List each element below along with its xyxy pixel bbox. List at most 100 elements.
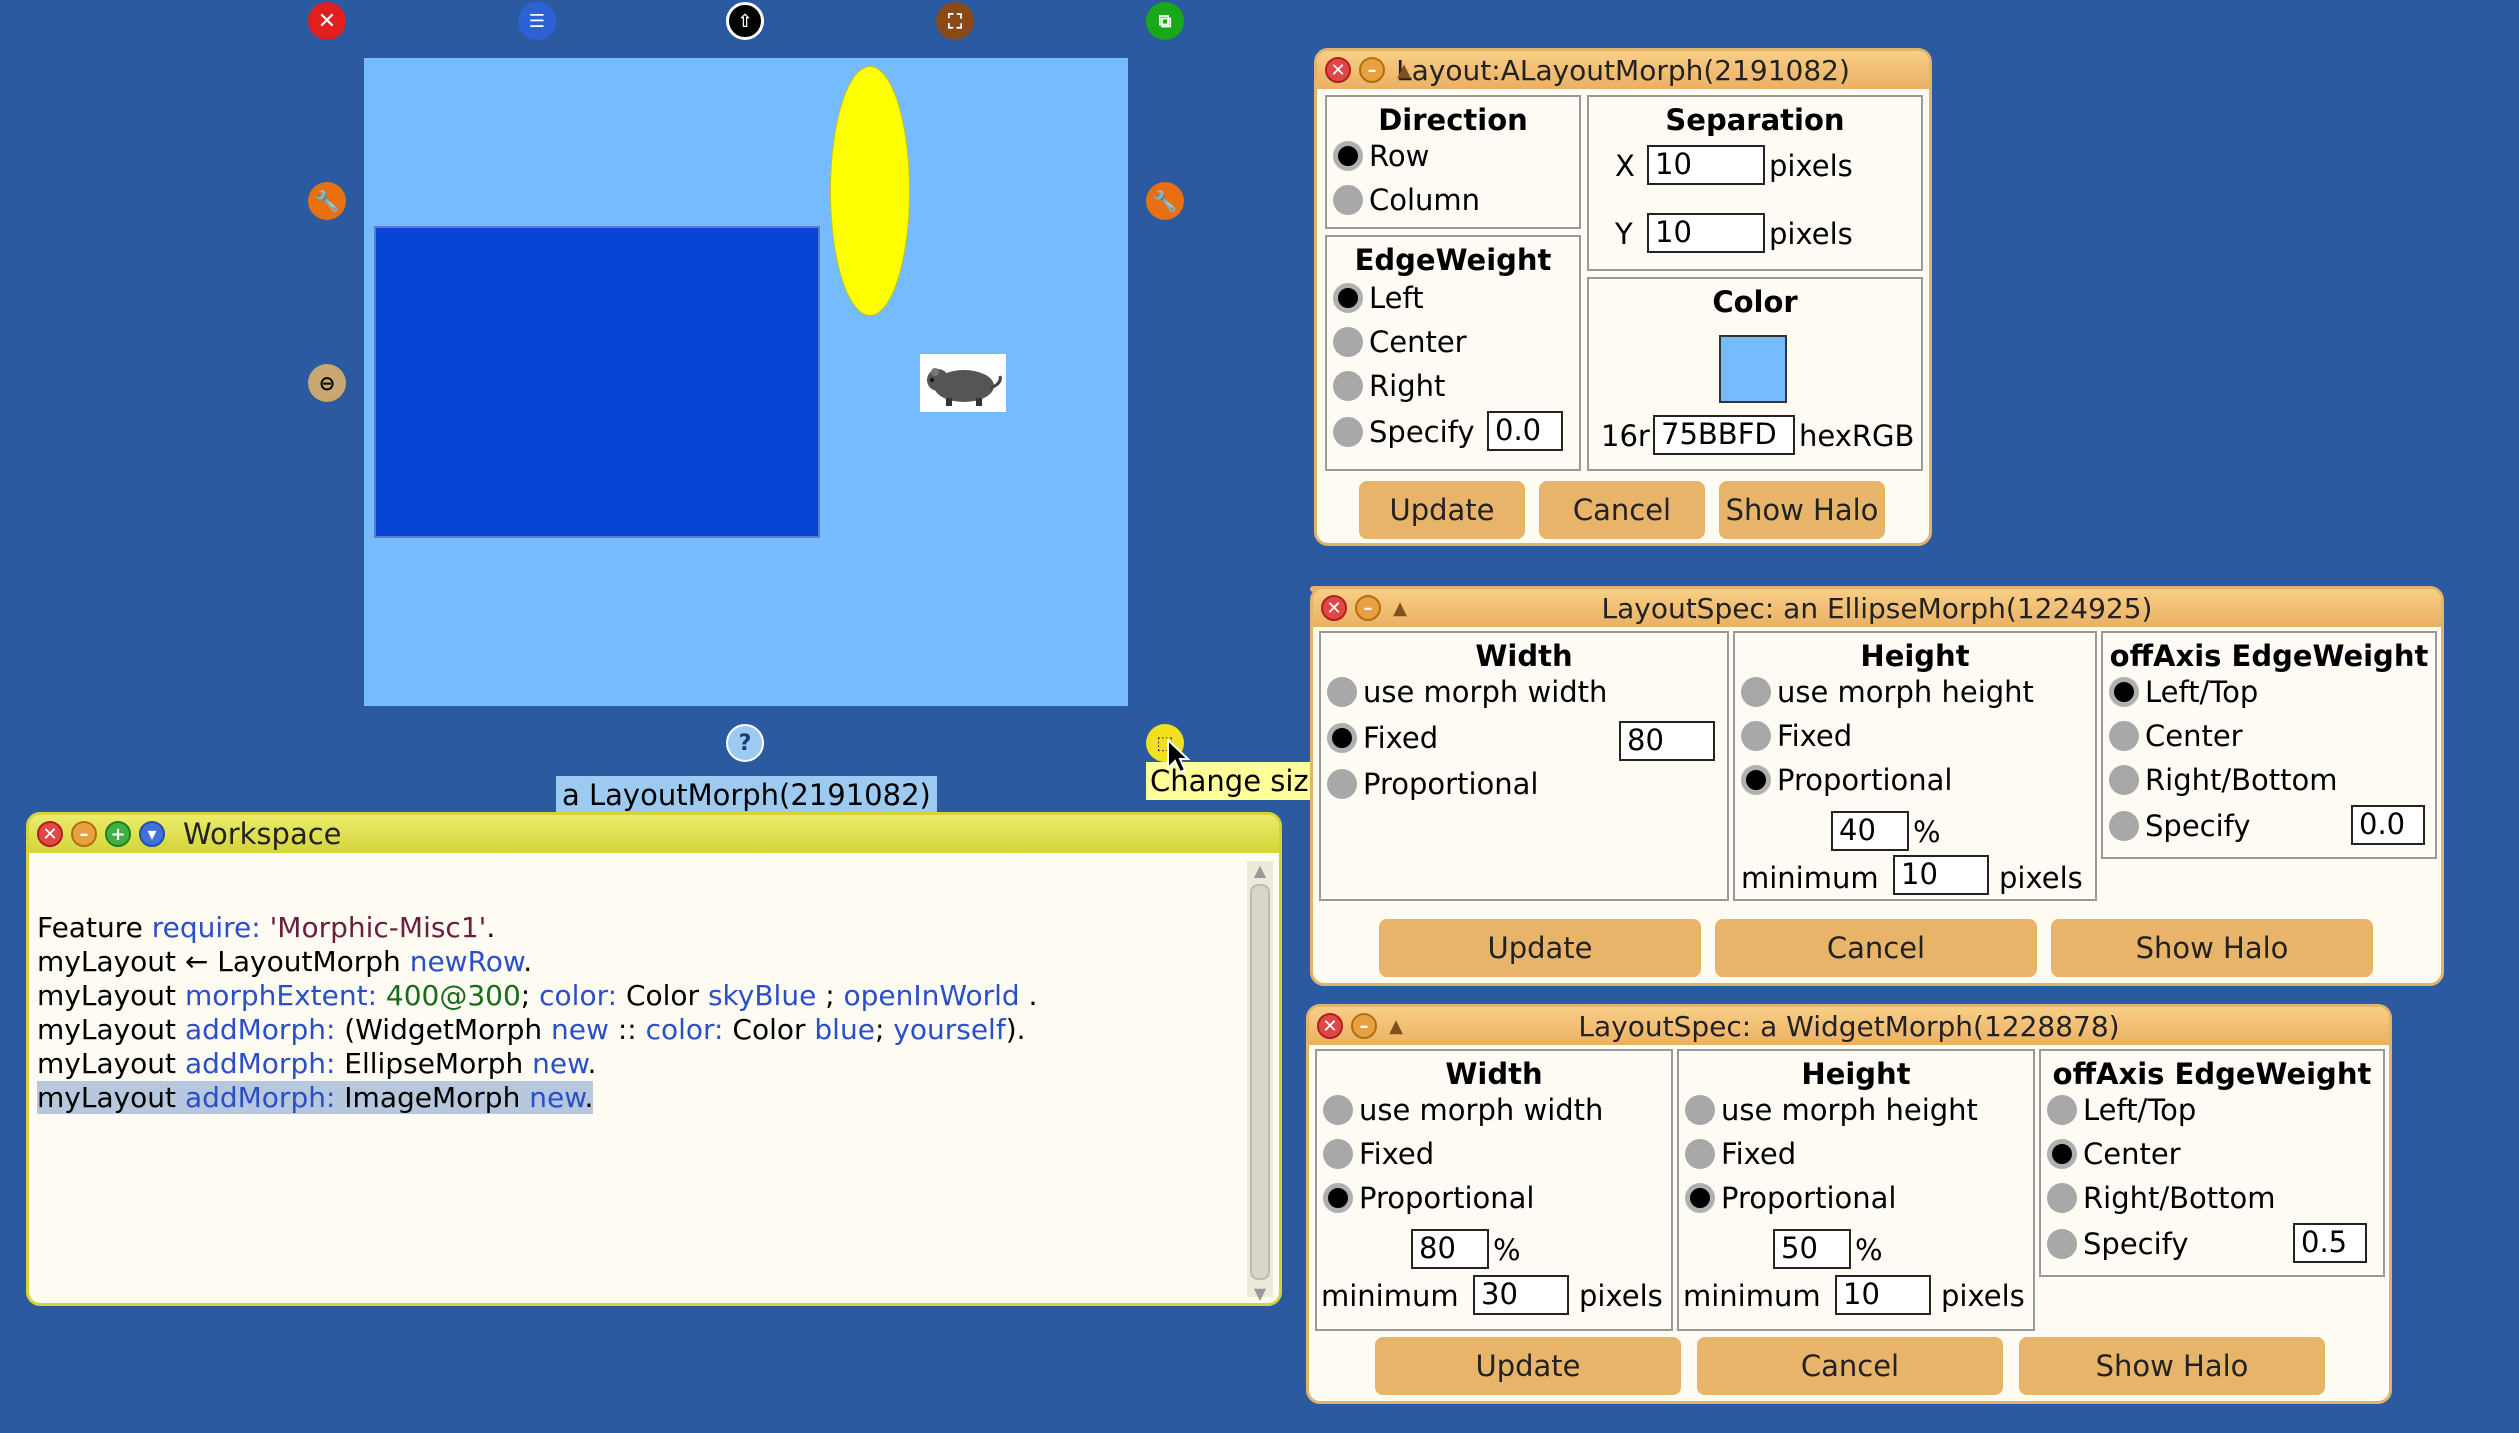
scroll-thumb[interactable]: [1250, 884, 1270, 1280]
cancel-button[interactable]: Cancel: [1697, 1337, 2003, 1395]
code-line[interactable]: Feature require: 'Morphic-Misc1'.: [37, 911, 1237, 945]
proportional-width-radio[interactable]: Proportional: [1323, 1181, 1534, 1215]
sep-x-field[interactable]: 10: [1647, 145, 1765, 185]
offaxis-center-radio[interactable]: Center: [2109, 719, 2243, 753]
image-morph[interactable]: [920, 354, 1006, 412]
offaxis-rightbottom-radio[interactable]: Right/Bottom: [2109, 763, 2338, 797]
minimize-icon[interactable]: –: [1351, 1013, 1377, 1039]
fixed-width-radio[interactable]: Fixed: [1323, 1137, 1434, 1171]
use-morph-height-radio[interactable]: use morph height: [1685, 1093, 1978, 1127]
widget-layoutspec-window[interactable]: ✕ – ▲ LayoutSpec: a WidgetMorph(1228878)…: [1306, 1004, 2392, 1404]
radio-selected-icon[interactable]: [1741, 765, 1771, 795]
edge-center-radio[interactable]: Center: [1333, 325, 1467, 359]
direction-column-radio[interactable]: Column: [1333, 183, 1480, 217]
ellipse-morph[interactable]: [830, 66, 910, 316]
direction-row-radio[interactable]: Row: [1333, 139, 1429, 173]
show-halo-button[interactable]: Show Halo: [2019, 1337, 2325, 1395]
height-min-field[interactable]: 10: [1835, 1275, 1931, 1315]
radio-icon[interactable]: [2109, 765, 2139, 795]
proportional-height-radio[interactable]: Proportional: [1685, 1181, 1896, 1215]
pickup-icon[interactable]: ⇧: [726, 2, 764, 40]
edge-right-radio[interactable]: Right: [1333, 369, 1445, 403]
radio-icon[interactable]: [1323, 1139, 1353, 1169]
radio-selected-icon[interactable]: [1327, 723, 1357, 753]
color-swatch[interactable]: [1719, 335, 1787, 403]
edge-left-radio[interactable]: Left: [1333, 281, 1424, 315]
workspace-window[interactable]: ✕ – + ▾ Workspace Feature require: 'Morp…: [26, 812, 1282, 1306]
radio-icon[interactable]: [1685, 1095, 1715, 1125]
fixed-width-radio[interactable]: Fixed: [1327, 721, 1438, 755]
close-icon[interactable]: ✕: [1317, 1013, 1343, 1039]
ellipse-spec-titlebar[interactable]: ✕ – ▲ LayoutSpec: an EllipseMorph(122492…: [1313, 589, 2441, 627]
close-icon[interactable]: ✕: [1325, 57, 1351, 83]
scroll-up-icon[interactable]: ▲: [1247, 861, 1273, 880]
code-line[interactable]: myLayout addMorph: (WidgetMorph new :: c…: [37, 1013, 1237, 1047]
code-editor[interactable]: Feature require: 'Morphic-Misc1'. myLayou…: [37, 861, 1237, 1291]
radio-selected-icon[interactable]: [2109, 677, 2139, 707]
help-icon[interactable]: ?: [726, 724, 764, 762]
width-percent-field[interactable]: 80: [1411, 1229, 1489, 1269]
menu-icon[interactable]: ☰: [518, 2, 556, 40]
minimize-icon[interactable]: –: [1355, 595, 1381, 621]
move-icon[interactable]: ⛶: [936, 2, 974, 40]
window-menu-icon[interactable]: ▾: [139, 821, 165, 847]
offaxis-specify-radio[interactable]: Specify: [2109, 809, 2251, 843]
width-min-field[interactable]: 30: [1473, 1275, 1569, 1315]
offaxis-lefttop-radio[interactable]: Left/Top: [2109, 675, 2258, 709]
use-morph-height-radio[interactable]: use morph height: [1741, 675, 2034, 709]
radio-icon[interactable]: [1333, 371, 1363, 401]
cancel-button[interactable]: Cancel: [1539, 481, 1705, 539]
collapse-icon[interactable]: ▲: [1385, 1013, 1407, 1039]
show-halo-button[interactable]: Show Halo: [2051, 919, 2373, 977]
offaxis-specify-radio[interactable]: Specify: [2047, 1227, 2189, 1261]
edge-specify-field[interactable]: 0.0: [1487, 411, 1563, 451]
fixed-width-field[interactable]: 80: [1619, 721, 1715, 761]
rotate-icon[interactable]: 🔧: [1146, 182, 1184, 220]
radio-icon[interactable]: [1333, 327, 1363, 357]
close-icon[interactable]: ✕: [1321, 595, 1347, 621]
offaxis-center-radio[interactable]: Center: [2047, 1137, 2181, 1171]
widget-morph[interactable]: [374, 226, 820, 538]
radio-icon[interactable]: [1741, 721, 1771, 751]
layout-window-titlebar[interactable]: ✕ – ▲ Layout:ALayoutMorph(2191082): [1317, 51, 1929, 89]
height-percent-field[interactable]: 40: [1831, 811, 1909, 851]
radio-icon[interactable]: [2047, 1095, 2077, 1125]
ellipse-layoutspec-window[interactable]: ✕ – ▲ LayoutSpec: an EllipseMorph(122492…: [1310, 586, 2444, 986]
workspace-titlebar[interactable]: ✕ – + ▾ Workspace: [29, 815, 1279, 853]
show-halo-button[interactable]: Show Halo: [1719, 481, 1885, 539]
radio-icon[interactable]: [2047, 1229, 2077, 1259]
radio-icon[interactable]: [1323, 1095, 1353, 1125]
radio-icon[interactable]: [1333, 185, 1363, 215]
collapse-icon[interactable]: ⊖: [308, 364, 346, 402]
expand-icon[interactable]: +: [105, 821, 131, 847]
offaxis-rightbottom-radio[interactable]: Right/Bottom: [2047, 1181, 2276, 1215]
radio-selected-icon[interactable]: [1333, 283, 1363, 313]
radio-selected-icon[interactable]: [1685, 1183, 1715, 1213]
minimize-icon[interactable]: –: [1359, 57, 1385, 83]
proportional-width-radio[interactable]: Proportional: [1327, 767, 1538, 801]
collapse-icon[interactable]: ▲: [1393, 57, 1415, 83]
layout-window[interactable]: ✕ – ▲ Layout:ALayoutMorph(2191082) Direc…: [1314, 48, 1932, 546]
code-line[interactable]: myLayout morphExtent: 400@300; color: Co…: [37, 979, 1237, 1013]
radio-icon[interactable]: [2109, 811, 2139, 841]
sep-y-field[interactable]: 10: [1647, 213, 1765, 253]
radio-icon[interactable]: [1327, 677, 1357, 707]
layout-morph[interactable]: [364, 58, 1128, 706]
update-button[interactable]: Update: [1375, 1337, 1681, 1395]
height-percent-field[interactable]: 50: [1773, 1229, 1851, 1269]
color-hex-field[interactable]: 75BBFD: [1653, 415, 1795, 455]
height-min-field[interactable]: 10: [1893, 855, 1989, 895]
update-button[interactable]: Update: [1359, 481, 1525, 539]
duplicate-icon[interactable]: ⧉: [1146, 2, 1184, 40]
minimize-icon[interactable]: –: [71, 821, 97, 847]
radio-icon[interactable]: [2109, 721, 2139, 751]
update-button[interactable]: Update: [1379, 919, 1701, 977]
radio-icon[interactable]: [1741, 677, 1771, 707]
scroll-down-icon[interactable]: ▼: [1247, 1284, 1273, 1303]
radio-selected-icon[interactable]: [2047, 1139, 2077, 1169]
widget-spec-titlebar[interactable]: ✕ – ▲ LayoutSpec: a WidgetMorph(1228878): [1309, 1007, 2389, 1045]
collapse-icon[interactable]: ▲: [1389, 595, 1411, 621]
close-icon[interactable]: ✕: [308, 2, 346, 40]
offaxis-lefttop-radio[interactable]: Left/Top: [2047, 1093, 2196, 1127]
radio-icon[interactable]: [1333, 417, 1363, 447]
